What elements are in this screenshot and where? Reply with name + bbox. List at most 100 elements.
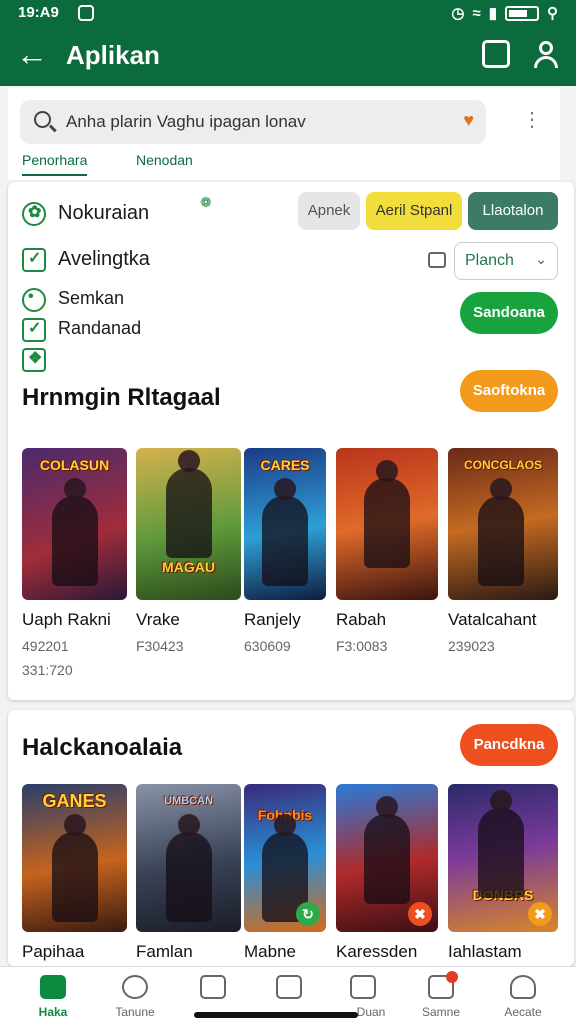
- app-bar: ← Aplikan: [0, 26, 576, 86]
- nav-bag[interactable]: [254, 975, 324, 999]
- nav-label: Aecate: [504, 1005, 542, 1019]
- game-cover: UMBCAN: [136, 784, 241, 932]
- game-cover: DONBRS✖: [448, 784, 558, 932]
- share-icon[interactable]: [482, 40, 510, 68]
- game-cover: GANES: [22, 784, 127, 932]
- search-bar[interactable]: Anha plarin Vaghu ipagan lonav ♥: [20, 100, 486, 144]
- store-icon: [350, 975, 376, 999]
- game-meta-2: 331:720: [22, 662, 73, 678]
- game-card[interactable]: Fohnbis↻ Mabne: [244, 784, 326, 962]
- game-title: Mabne: [244, 942, 296, 961]
- game-cover: Fohnbis↻: [244, 784, 326, 932]
- calendar-icon[interactable]: [428, 252, 446, 268]
- bluetooth-icon: ⚲: [547, 5, 558, 22]
- game-card[interactable]: UMBCAN Famlan: [136, 784, 241, 962]
- game-logo: UMBCAN: [164, 795, 213, 807]
- game-card[interactable]: CARES Ranjely 630609: [244, 448, 326, 654]
- nav-search[interactable]: Tanune: [100, 975, 170, 1019]
- page-title: Aplikan: [66, 40, 160, 70]
- bag-icon: [276, 975, 302, 999]
- alarm-icon: ◷: [451, 5, 465, 22]
- game-title: Papihaa: [22, 942, 85, 961]
- game-card[interactable]: Rabah F3:0083: [336, 448, 438, 654]
- signal-icon: ▮: [488, 5, 497, 22]
- section-title: Hrnmgin Rltagaal: [22, 384, 221, 411]
- notification-dot: [446, 971, 458, 983]
- nav-account[interactable]: Aecate: [488, 975, 558, 1019]
- game-title: Rabah: [336, 610, 387, 629]
- game-logo: MAGAU: [162, 559, 215, 575]
- search-input[interactable]: Anha plarin Vaghu ipagan lonav: [66, 112, 306, 132]
- battery-icon: [505, 5, 539, 21]
- game-cover: [336, 448, 438, 600]
- clock-icon: •: [22, 288, 46, 312]
- game-logo: CONCGLAOS: [464, 458, 542, 472]
- search-area: Anha plarin Vaghu ipagan lonav ♥ ⋮ Penor…: [8, 88, 560, 180]
- game-card[interactable]: GANES Papihaa: [22, 784, 127, 962]
- game-card[interactable]: DONBRS✖ Iahlastam: [448, 784, 558, 962]
- sandoana-button[interactable]: Sandoana: [460, 292, 558, 334]
- back-arrow-icon[interactable]: ←: [16, 36, 48, 72]
- nav-messages[interactable]: Samne: [406, 971, 476, 1019]
- nav-media[interactable]: [178, 975, 248, 999]
- profile-icon[interactable]: [532, 40, 560, 68]
- message-icon: [428, 971, 458, 999]
- sort-select[interactable]: Planch ⌄: [454, 242, 558, 280]
- status-bar: 19:A9 ◷ ≈ ▮ ⚲: [0, 0, 576, 26]
- media-icon: [200, 975, 226, 999]
- game-card[interactable]: COLASUN Uaph Rakni 492201 331:720: [22, 448, 127, 678]
- filter-label-nokuraian: Nokuraian: [58, 202, 150, 224]
- sparkle-icon: ❁: [200, 194, 212, 210]
- game-meta: 239023: [448, 638, 495, 654]
- pill-llaotalon[interactable]: Llaotalon: [468, 192, 558, 230]
- tab-penorhara[interactable]: Penorhara: [22, 152, 88, 176]
- filter-label-randanad: Randanad: [58, 318, 142, 338]
- game-title: Iahlastam: [448, 942, 522, 961]
- nav-label: Tanune: [115, 1005, 155, 1019]
- play-badge-icon: ↻: [296, 902, 320, 926]
- pill-aeril-stpanl[interactable]: Aeril Stpanl: [366, 192, 462, 230]
- wifi-icon: ≈: [472, 4, 481, 22]
- game-card[interactable]: ✖ Karessden: [336, 784, 438, 962]
- nav-home[interactable]: Haka: [18, 975, 88, 1019]
- chevron-down-icon: ⌄: [535, 251, 547, 267]
- game-card[interactable]: MAGAU Vrake F30423: [136, 448, 241, 654]
- category-icon: ✿: [22, 202, 46, 226]
- status-icons: ◷ ≈ ▮ ⚲: [451, 4, 558, 23]
- game-title: Famlan: [136, 942, 193, 961]
- home-indicator: [194, 1012, 358, 1018]
- checkbox-icon[interactable]: ✓: [22, 248, 46, 272]
- person-icon: [510, 975, 536, 999]
- tab-nenodan[interactable]: Nenodan: [136, 152, 193, 168]
- game-cover: CARES: [244, 448, 326, 600]
- home-icon: [40, 975, 66, 999]
- game-logo: CARES: [260, 457, 310, 473]
- game-title: Vatalcahant: [448, 610, 537, 629]
- filters-card: ✿ Nokuraian ❁ Apnek Aeril Stpanl Llaotal…: [8, 182, 574, 700]
- filter-label-semkan: Semkan: [58, 288, 125, 308]
- pill-apnek[interactable]: Apnek: [298, 192, 360, 230]
- notification-icon: [78, 5, 94, 21]
- game-cover: COLASUN: [22, 448, 127, 600]
- grid-icon: ❖: [22, 348, 46, 372]
- checkbox-icon[interactable]: ✓: [22, 318, 46, 342]
- game-meta: 630609: [244, 638, 291, 654]
- game-title: Karessden: [336, 942, 418, 961]
- game-title: Uaph Rakni: [22, 610, 111, 629]
- section-title: Halckanoalaia: [22, 734, 183, 761]
- pancdkna-button[interactable]: Pancdkna: [460, 724, 558, 766]
- game-cover: CONCGLAOS: [448, 448, 558, 600]
- game-logo: GANES: [42, 791, 107, 811]
- more-options-icon[interactable]: ⋮: [522, 110, 542, 130]
- game-card[interactable]: CONCGLAOS Vatalcahant 239023: [448, 448, 558, 654]
- filter-label-avelingtka: Avelingtka: [58, 248, 150, 270]
- sort-select-value: Planch: [465, 252, 514, 269]
- game-title: Ranjely: [244, 610, 301, 629]
- game-logo: COLASUN: [39, 457, 110, 473]
- game-meta: F30423: [136, 638, 184, 654]
- game-title: Vrake: [136, 610, 180, 629]
- saoftokna-button[interactable]: Saoftokna: [460, 370, 558, 412]
- tool-badge-icon: ✖: [528, 902, 552, 926]
- heart-icon[interactable]: ♥: [463, 110, 474, 131]
- nav-label: Haka: [38, 1005, 68, 1019]
